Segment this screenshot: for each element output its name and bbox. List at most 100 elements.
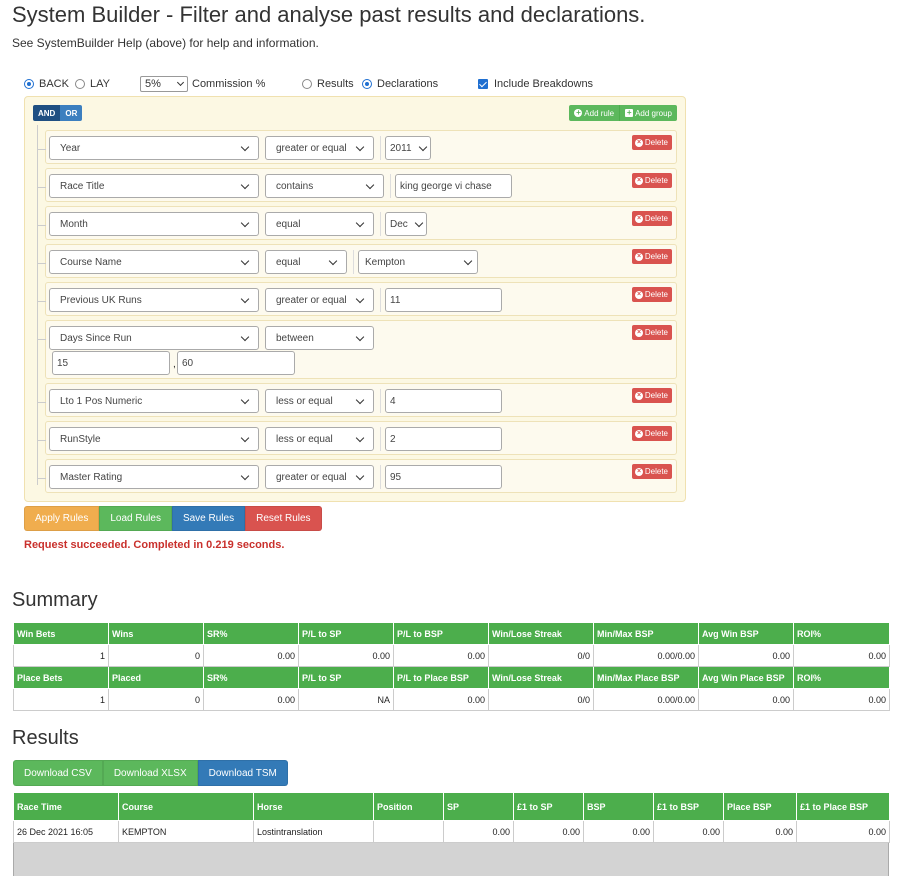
declarations-radio[interactable]: Declarations bbox=[362, 76, 438, 92]
table-cell: 0.00 bbox=[393, 644, 489, 667]
chevron-down-icon bbox=[355, 433, 365, 442]
value-select[interactable]: Kempton bbox=[358, 250, 478, 274]
download-tsm-button[interactable]: Download TSM bbox=[197, 760, 288, 786]
table-header: BSP bbox=[583, 792, 654, 821]
table-cell: 0.00 bbox=[513, 820, 584, 843]
checkbox-checked-icon[interactable] bbox=[478, 79, 488, 89]
reset-rules-button[interactable]: Reset Rules bbox=[245, 506, 322, 531]
divider bbox=[353, 250, 354, 274]
table-header: £1 to SP bbox=[513, 792, 584, 821]
commission-select[interactable]: 5% bbox=[140, 76, 188, 92]
chevron-down-icon bbox=[355, 142, 365, 151]
declarations-radio-icon[interactable] bbox=[362, 79, 372, 89]
table-header: Wins bbox=[108, 622, 204, 645]
field-select[interactable]: Previous UK Runs bbox=[49, 288, 259, 312]
table-header: Race Time bbox=[13, 792, 119, 821]
field-select[interactable]: Year bbox=[49, 136, 259, 160]
delete-rule-button[interactable]: × Delete bbox=[631, 173, 672, 188]
chevron-down-icon bbox=[355, 218, 365, 227]
value-from-input[interactable]: 15 bbox=[52, 351, 170, 375]
delete-rule-button[interactable]: × Delete bbox=[631, 388, 672, 403]
operator-select[interactable]: greater or equal bbox=[265, 288, 374, 312]
field-select[interactable]: Month bbox=[49, 212, 259, 236]
commission-label: Commission % bbox=[192, 78, 266, 90]
chevron-down-icon bbox=[328, 256, 338, 265]
table-header: ROI% bbox=[793, 622, 890, 645]
value-input[interactable]: 95 bbox=[385, 465, 502, 489]
delete-rule-button[interactable]: × Delete bbox=[631, 464, 672, 479]
table-cell: 0.00 bbox=[583, 820, 654, 843]
save-rules-button[interactable]: Save Rules bbox=[171, 506, 246, 531]
value-input[interactable]: 4 bbox=[385, 389, 502, 413]
delete-rule-button[interactable]: × Delete bbox=[631, 287, 672, 302]
value-input[interactable]: king george vi chase bbox=[395, 174, 512, 198]
apply-rules-button[interactable]: Apply Rules bbox=[24, 506, 100, 531]
table-cell: 0.00 bbox=[298, 644, 394, 667]
table-header: Place Bets bbox=[13, 666, 109, 689]
back-radio[interactable]: BACK bbox=[24, 76, 69, 92]
table-cell: Lostintranslation bbox=[253, 820, 374, 843]
table-row: 26 Dec 2021 16:05 KEMPTON Lostintranslat… bbox=[13, 820, 890, 843]
results-empty-area bbox=[13, 843, 889, 876]
table-cell: 0.00 bbox=[203, 688, 299, 711]
chevron-down-icon bbox=[240, 218, 250, 227]
field-select[interactable]: RunStyle bbox=[49, 427, 259, 451]
table-cell: 0.00 bbox=[203, 644, 299, 667]
delete-rule-button[interactable]: × Delete bbox=[631, 249, 672, 264]
results-radio[interactable]: Results bbox=[302, 76, 354, 92]
table-header: £1 to BSP bbox=[653, 792, 724, 821]
table-header: Placed bbox=[108, 666, 204, 689]
lay-radio-icon[interactable] bbox=[75, 79, 85, 89]
place-header-row: Place Bets Placed SR% P/L to SP P/L to P… bbox=[13, 666, 890, 689]
rule-lto-1-pos-numeric: Lto 1 Pos Numeric less or equal 4 × Delet… bbox=[38, 383, 677, 417]
value-to-input[interactable]: 60 bbox=[177, 351, 295, 375]
chevron-down-icon bbox=[418, 142, 428, 151]
operator-select[interactable]: equal bbox=[265, 212, 374, 236]
and-button[interactable]: AND bbox=[33, 105, 61, 121]
field-select[interactable]: Master Rating bbox=[49, 465, 259, 489]
table-cell: 1 bbox=[13, 644, 109, 667]
operator-select[interactable]: greater or equal bbox=[265, 136, 374, 160]
operator-select[interactable]: less or equal bbox=[265, 427, 374, 451]
rule-month: Month equal Dec × Delete bbox=[38, 206, 677, 240]
back-radio-icon[interactable] bbox=[24, 79, 34, 89]
table-cell: 0.00 bbox=[698, 644, 794, 667]
field-select[interactable]: Lto 1 Pos Numeric bbox=[49, 389, 259, 413]
operator-select[interactable]: equal bbox=[265, 250, 347, 274]
value-input[interactable]: 11 bbox=[385, 288, 502, 312]
add-rule-button[interactable]: + Add rule bbox=[569, 105, 621, 121]
field-select[interactable]: Days Since Run bbox=[49, 326, 259, 350]
add-group-button[interactable]: + Add group bbox=[620, 105, 677, 121]
operator-select[interactable]: between bbox=[265, 326, 374, 350]
or-button[interactable]: OR bbox=[60, 105, 83, 121]
delete-rule-button[interactable]: × Delete bbox=[631, 426, 672, 441]
field-select[interactable]: Race Title bbox=[49, 174, 259, 198]
rule-master-rating: Master Rating greater or equal 95 × Delet… bbox=[38, 459, 677, 493]
delete-rule-button[interactable]: × Delete bbox=[631, 325, 672, 340]
results-radio-icon[interactable] bbox=[302, 79, 312, 89]
close-icon: × bbox=[634, 214, 643, 223]
operator-select[interactable]: less or equal bbox=[265, 389, 374, 413]
include-breakdowns-checkbox[interactable]: Include Breakdowns bbox=[478, 76, 593, 92]
divider bbox=[380, 212, 381, 236]
value-input[interactable]: 2 bbox=[385, 427, 502, 451]
load-rules-button[interactable]: Load Rules bbox=[99, 506, 172, 531]
status-message: Request succeeded. Completed in 0.219 se… bbox=[24, 539, 285, 551]
lay-label: LAY bbox=[90, 78, 110, 90]
table-cell: 0.00 bbox=[723, 820, 797, 843]
summary-table: Win Bets Wins SR% P/L to SP P/L to BSP W… bbox=[13, 622, 890, 711]
include-breakdowns-label: Include Breakdowns bbox=[494, 78, 594, 90]
download-xlsx-button[interactable]: Download XLSX bbox=[102, 760, 198, 786]
table-cell: 0.00 bbox=[393, 688, 489, 711]
delete-rule-button[interactable]: × Delete bbox=[631, 135, 672, 150]
delete-rule-button[interactable]: × Delete bbox=[631, 211, 672, 226]
value-select[interactable]: 2011 bbox=[385, 136, 431, 160]
operator-select[interactable]: greater or equal bbox=[265, 465, 374, 489]
close-icon: × bbox=[634, 290, 643, 299]
operator-select[interactable]: contains bbox=[265, 174, 384, 198]
download-csv-button[interactable]: Download CSV bbox=[13, 760, 103, 786]
lay-radio[interactable]: LAY bbox=[75, 76, 110, 92]
table-header: Win Bets bbox=[13, 622, 109, 645]
value-select[interactable]: Dec bbox=[385, 212, 427, 236]
field-select[interactable]: Course Name bbox=[49, 250, 259, 274]
